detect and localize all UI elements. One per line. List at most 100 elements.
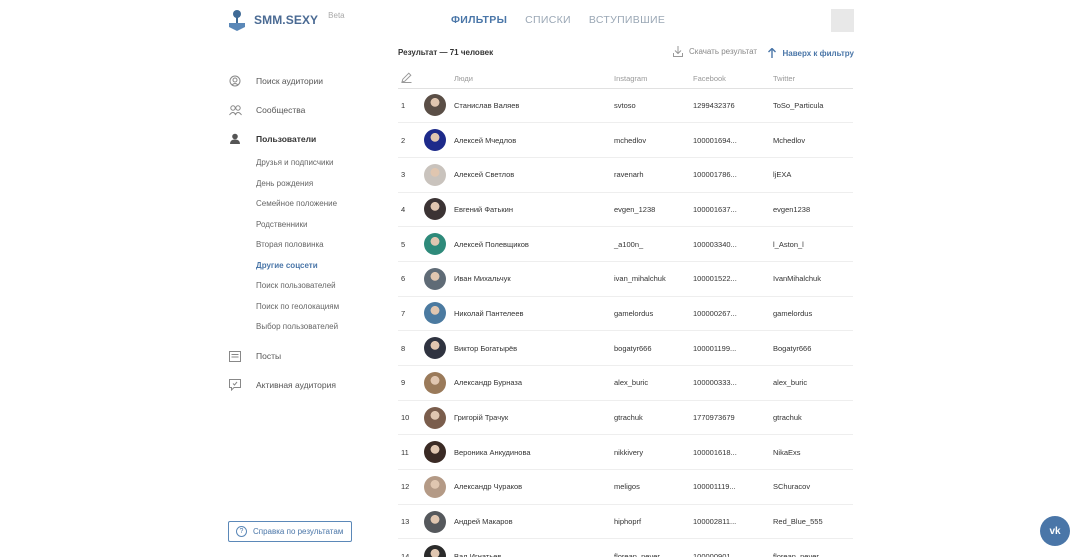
avatar-cell	[424, 192, 454, 228]
avatar[interactable]	[424, 545, 446, 557]
row-number: 9	[398, 365, 424, 401]
facebook-value: 1770973679	[693, 400, 773, 436]
person-name-link[interactable]: Андрей Макаров	[454, 504, 614, 540]
person-name-link[interactable]: Николай Пантелеев	[454, 296, 614, 332]
table-row[interactable]: 8 Виктор Богатырёв bogatyr666 100001199... B…	[398, 330, 853, 366]
table-row[interactable]: 2 Алексей Мчедлов mchedlov 100001694... Mche…	[398, 122, 853, 158]
sidebar-item-label: Поиск аудитории	[256, 75, 323, 86]
sidebar-item-communities[interactable]: Сообщества	[228, 95, 368, 124]
back-to-filter-link[interactable]: Наверх к фильтру	[768, 48, 854, 58]
avatar[interactable]	[424, 267, 446, 290]
sidebar-subitem-user-selection[interactable]: Выбор пользователей	[228, 317, 368, 338]
facebook-value: 100001618...	[693, 434, 773, 471]
avatar[interactable]	[424, 510, 446, 533]
sidebar-subitem-relatives[interactable]: Родственники	[228, 215, 368, 236]
person-name-link[interactable]: Виктор Богатырёв	[454, 330, 614, 366]
vk-chat-button[interactable]: vk	[1040, 516, 1070, 546]
edit-column-header[interactable]	[398, 70, 424, 89]
sidebar-item-label: Посты	[256, 351, 282, 361]
table-row[interactable]: 1 Станислав Валяев svtoso 1299432376 ToSo_Pa…	[398, 88, 853, 124]
person-name-link[interactable]: Иван Михальчук	[454, 261, 614, 297]
person-name-link[interactable]: Станислав Валяев	[454, 88, 614, 124]
avatar[interactable]	[424, 233, 446, 256]
table-row[interactable]: 13 Андрей Макаров hiphoprf 100002811... Red_…	[398, 504, 853, 540]
avatar[interactable]	[424, 337, 446, 360]
person-name-link[interactable]: Вал Игнатьев	[454, 538, 614, 557]
avatar-cell	[424, 434, 454, 471]
avatar[interactable]	[424, 475, 446, 498]
avatar[interactable]	[424, 406, 446, 429]
table-row[interactable]: 3 Алексей Светлов ravenarh 100001786... ljEX…	[398, 157, 853, 193]
person-name-link[interactable]: Евгений Фатькин	[454, 192, 614, 228]
joystick-logo-icon	[228, 9, 246, 31]
avatar-cell	[424, 469, 454, 505]
row-number: 12	[398, 469, 424, 505]
person-name-link[interactable]: Алексей Светлов	[454, 157, 614, 193]
avatar-cell	[424, 122, 454, 158]
avatar[interactable]	[424, 302, 446, 325]
avatar[interactable]	[424, 163, 446, 186]
sidebar-subitem-marital-status[interactable]: Семейное положение	[228, 194, 368, 215]
avatar-cell	[424, 226, 454, 262]
person-name-link[interactable]: Александр Чураков	[454, 469, 614, 505]
user-icon	[228, 132, 242, 146]
table-row[interactable]: 6 Иван Михальчук ivan_mihalchuk 100001522..…	[398, 261, 853, 297]
sidebar-subitem-other-networks[interactable]: Другие соцсети	[228, 256, 368, 277]
person-name-link[interactable]: Александр Бурназа	[454, 365, 614, 401]
table-row[interactable]: 9 Александр Бурназа alex_buric 100000333...…	[398, 365, 853, 401]
avatar-cell	[424, 296, 454, 332]
twitter-value: evgen1238	[773, 192, 853, 228]
tab-filters[interactable]: ФИЛЬТРЫ	[451, 14, 507, 26]
avatar[interactable]	[424, 129, 446, 152]
table-row[interactable]: 14 Вал Игнатьев florean_never 100000901... f…	[398, 538, 853, 557]
tab-lists[interactable]: СПИСКИ	[525, 14, 571, 26]
avatar[interactable]	[424, 94, 446, 117]
sidebar-subitem-partner[interactable]: Вторая половинка	[228, 235, 368, 256]
twitter-value: IvanMihalchuk	[773, 261, 853, 297]
twitter-value: florean_never	[773, 538, 853, 557]
sidebar-subitem-birthday[interactable]: День рождения	[228, 174, 368, 195]
row-number: 8	[398, 330, 424, 366]
sidebar-subitem-friends[interactable]: Друзья и подписчики	[228, 153, 368, 174]
instagram-value: svtoso	[614, 88, 693, 124]
sidebar-item-posts[interactable]: Посты	[228, 342, 368, 371]
table-row[interactable]: 10 Григорій Трачук gtrachuk 1770973679 gtrac…	[398, 400, 853, 436]
sidebar-subitem-geo-search[interactable]: Поиск по геолокациям	[228, 297, 368, 318]
twitter-value: SChuracov	[773, 469, 853, 505]
person-name-link[interactable]: Алексей Полевщиков	[454, 226, 614, 262]
sidebar-subitem-user-search[interactable]: Поиск пользователей	[228, 276, 368, 297]
sidebar-item-users[interactable]: Пользователи	[228, 124, 368, 153]
table-row[interactable]: 4 Евгений Фатькин evgen_1238 100001637... ev…	[398, 192, 853, 228]
avatar[interactable]	[424, 441, 446, 464]
tab-joined[interactable]: ВСТУПИВШИЕ	[589, 14, 665, 26]
twitter-column-header: Twitter	[773, 70, 853, 89]
sidebar-item-active-audience[interactable]: Активная аудитория	[228, 371, 368, 400]
user-avatar[interactable]	[831, 9, 854, 32]
avatar[interactable]	[424, 198, 446, 221]
row-number: 6	[398, 261, 424, 297]
sidebar-item-audience-search[interactable]: Поиск аудитории	[228, 66, 368, 95]
vk-logo-icon: vk	[1049, 525, 1061, 537]
download-results-link[interactable]: Скачать результат	[673, 46, 757, 57]
person-name-link[interactable]: Григорій Трачук	[454, 400, 614, 436]
twitter-value: l_Aston_l	[773, 226, 853, 262]
table-row[interactable]: 7 Николай Пантелеев gamelordus 100000267...…	[398, 296, 853, 332]
twitter-value: gamelordus	[773, 296, 853, 332]
sidebar-item-label: Активная аудитория	[256, 380, 336, 390]
help-results-button[interactable]: ? Справка по результатам	[228, 521, 352, 542]
instagram-value: hiphoprf	[614, 504, 693, 540]
avatar-cell	[424, 261, 454, 297]
search-audience-icon	[228, 74, 242, 88]
table-row[interactable]: 5 Алексей Полевщиков _a100n_ 100003340... l_…	[398, 226, 853, 262]
facebook-value: 100001694...	[693, 122, 773, 158]
active-audience-icon	[228, 378, 242, 392]
row-number: 1	[398, 88, 424, 124]
instagram-value: alex_buric	[614, 365, 693, 401]
person-name-link[interactable]: Вероника Анкудинова	[454, 434, 614, 471]
table-row[interactable]: 11 Вероника Анкудинова nikkivery 100001618.…	[398, 434, 853, 471]
instagram-value: _a100n_	[614, 226, 693, 262]
avatar[interactable]	[424, 371, 446, 394]
person-name-link[interactable]: Алексей Мчедлов	[454, 122, 614, 158]
app-logo[interactable]: SMM.SEXY Beta	[228, 9, 345, 31]
table-row[interactable]: 12 Александр Чураков meligos 100001119... SC…	[398, 469, 853, 505]
